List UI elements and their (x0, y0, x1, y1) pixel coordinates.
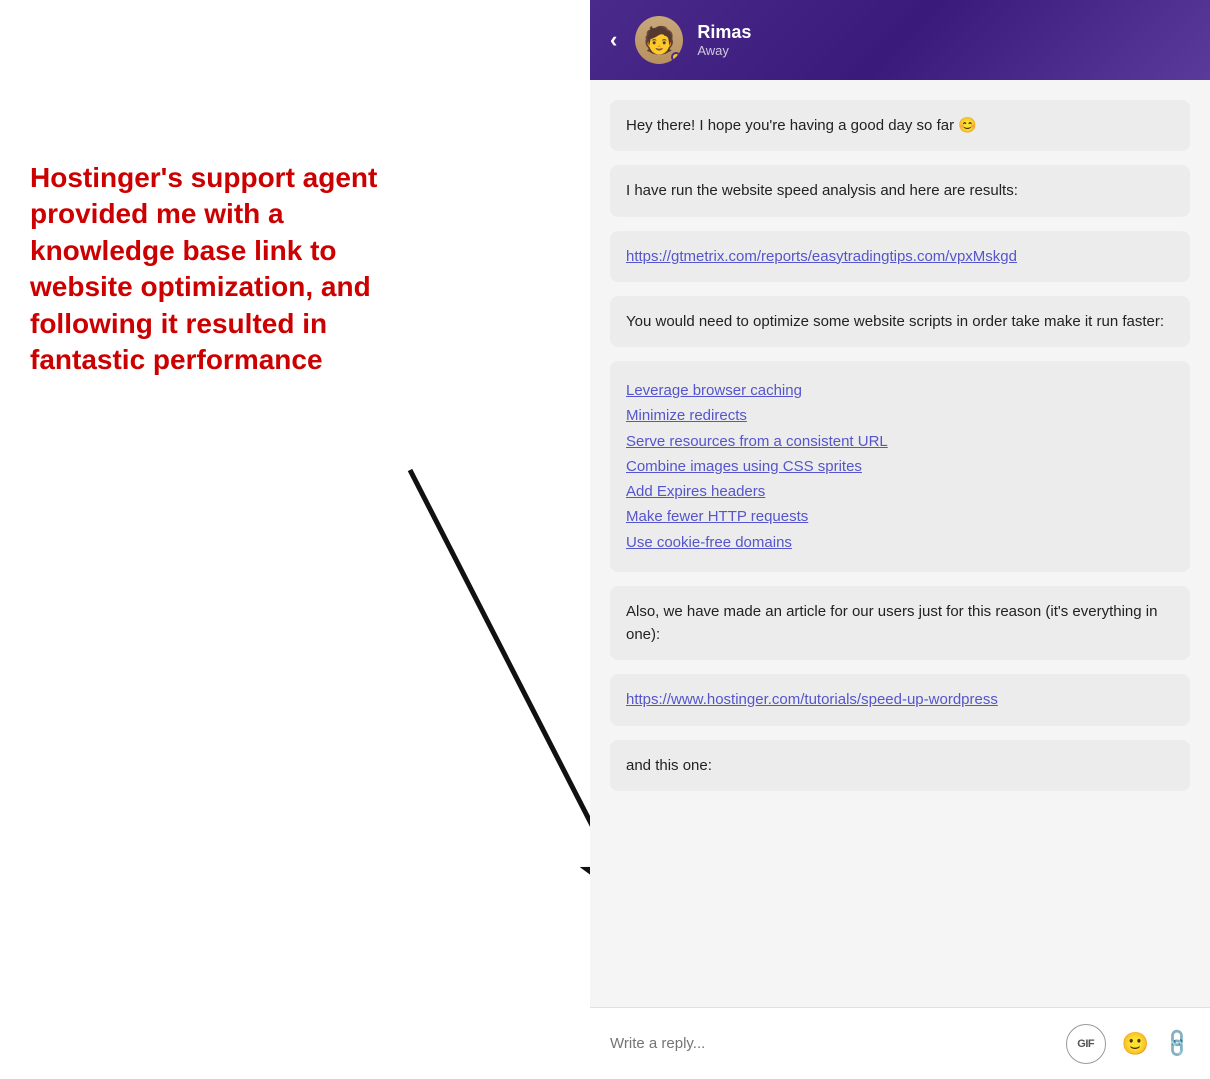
link-css-sprites[interactable]: Combine images using CSS sprites (626, 458, 862, 475)
list-item: Combine images using CSS sprites (626, 455, 1174, 478)
list-item: Serve resources from a consistent URL (626, 430, 1174, 453)
message-4-text: You would need to optimize some website … (626, 313, 1164, 330)
link-http-requests[interactable]: Make fewer HTTP requests (626, 508, 808, 525)
attach-button[interactable]: 🔗 (1160, 1026, 1195, 1061)
message-2-text: I have run the website speed analysis an… (626, 182, 1018, 199)
message-4: You would need to optimize some website … (610, 296, 1190, 347)
agent-name: Rimas (697, 22, 751, 43)
chat-footer: GIF 🙂 🔗 (590, 1007, 1210, 1079)
message-1: Hey there! I hope you're having a good d… (610, 100, 1190, 151)
message-1-text: Hey there! I hope you're having a good d… (626, 117, 977, 134)
message-6-text: Also, we have made an article for our us… (626, 603, 1157, 643)
link-serve-resources[interactable]: Serve resources from a consistent URL (626, 433, 888, 450)
list-item: Minimize redirects (626, 404, 1174, 427)
message-3: https://gtmetrix.com/reports/easytrading… (610, 231, 1190, 282)
list-item: Make fewer HTTP requests (626, 505, 1174, 528)
message-8: and this one: (610, 740, 1190, 791)
chat-messages: Hey there! I hope you're having a good d… (590, 80, 1210, 1007)
chat-panel: ‹ 🧑 Rimas Away Hey there! I hope you're … (590, 0, 1210, 1079)
gif-button[interactable]: GIF (1066, 1024, 1106, 1064)
link-leverage-caching[interactable]: Leverage browser caching (626, 382, 802, 399)
link-expires-headers[interactable]: Add Expires headers (626, 483, 765, 500)
hostinger-link[interactable]: https://www.hostinger.com/tutorials/spee… (626, 691, 998, 708)
optimization-links: Leverage browser caching Minimize redire… (626, 379, 1174, 554)
message-8-text: and this one: (626, 757, 712, 774)
annotation-text: Hostinger's support agent provided me wi… (30, 160, 400, 378)
gtmetrix-link[interactable]: https://gtmetrix.com/reports/easytrading… (626, 248, 1017, 265)
status-indicator (671, 52, 681, 62)
message-2: I have run the website speed analysis an… (610, 165, 1190, 216)
message-5-links: Leverage browser caching Minimize redire… (610, 361, 1190, 572)
link-cookie-free[interactable]: Use cookie-free domains (626, 534, 792, 551)
back-button[interactable]: ‹ (610, 27, 617, 53)
list-item: Use cookie-free domains (626, 531, 1174, 554)
header-info: Rimas Away (697, 22, 751, 58)
reply-input[interactable] (610, 1035, 1050, 1052)
chat-header: ‹ 🧑 Rimas Away (590, 0, 1210, 80)
link-minimize-redirects[interactable]: Minimize redirects (626, 407, 747, 424)
list-item: Leverage browser caching (626, 379, 1174, 402)
agent-status: Away (697, 43, 751, 58)
emoji-button[interactable]: 🙂 (1122, 1031, 1149, 1057)
message-6: Also, we have made an article for our us… (610, 586, 1190, 661)
list-item: Add Expires headers (626, 480, 1174, 503)
message-7: https://www.hostinger.com/tutorials/spee… (610, 674, 1190, 725)
avatar: 🧑 (635, 16, 683, 64)
